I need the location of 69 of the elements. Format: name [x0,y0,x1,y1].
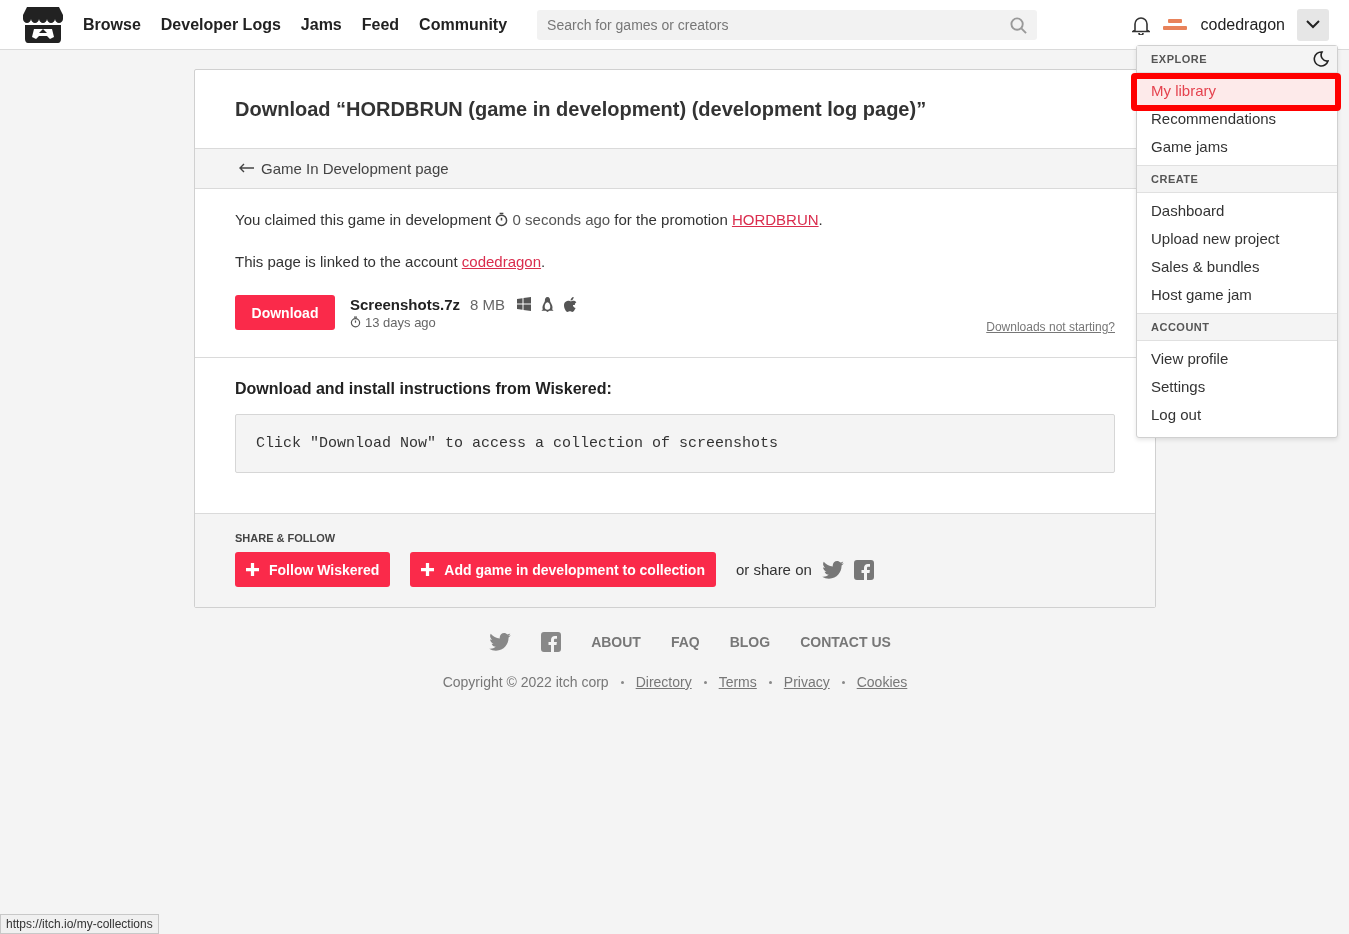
instructions-box: Click "Download Now" to access a collection of screenshots [235,414,1115,473]
twitter-icon[interactable] [821,560,844,579]
page-title: Download “HORDBRUN (game in development) (development log page)” [235,98,928,121]
bell-icon [1132,14,1151,35]
menu-heading: CREATE [1151,173,1199,185]
facebook-icon[interactable] [853,559,874,580]
moon-icon [1313,51,1329,67]
separator-dot [703,680,707,684]
legal-link[interactable]: Cookies [856,674,908,690]
promotion-link[interactable]: HORDBRUN [731,211,819,228]
account-link[interactable]: codedragon [461,253,542,270]
file-size: 8 MB [470,295,506,313]
penguin-icon [541,296,555,312]
separator-dot [768,680,772,684]
file-name: Screenshots.7z [350,295,461,313]
footer-link[interactable]: ABOUT [591,634,641,650]
separator-dot [841,680,845,684]
menu-item[interactable]: Recommendations [1137,105,1337,133]
plus-icon [246,563,259,576]
follow-button[interactable]: Follow Wiskered [235,552,391,587]
legal-link[interactable]: Directory [635,674,692,690]
search-icon [1010,16,1028,34]
menu-item[interactable]: Upload new project [1137,225,1337,253]
legal-link[interactable]: Privacy [783,674,830,690]
nav-link[interactable]: Community [419,15,508,34]
claim-text: You claimed this game in development 0 seconds ago for the promotion HORDBRUN. [235,211,824,229]
menu-item[interactable]: Dashboard [1137,197,1337,225]
upload-age: 13 days ago [365,314,436,330]
share-heading: SHARE & FOLLOW [235,532,337,544]
instructions-heading: Download and install instructions from Wiskered: [235,380,613,398]
menu-heading: EXPLORE [1151,53,1208,65]
username[interactable]: codedragon [1200,15,1285,34]
download-button[interactable]: Download [235,295,335,330]
footer-link[interactable]: BLOG [729,634,771,650]
menu-item[interactable]: Log out [1137,401,1337,429]
nav-link[interactable]: Feed [361,15,400,34]
back-link[interactable]: Game In Development page [239,159,449,177]
arrow-left-icon [239,163,255,173]
collection-button[interactable]: Add game in development to collection [410,552,716,587]
clock-icon [495,212,509,227]
chevron-icon [1306,20,1320,29]
dropdown-button[interactable] [1297,8,1329,41]
account-text: This page is linked to the account codedragon. [235,253,547,271]
menu-item[interactable]: View profile [1137,345,1337,373]
clock-icon [350,316,361,328]
footer-link[interactable]: CONTACT US [800,634,891,650]
apple-icon [564,296,578,312]
search-field[interactable]: Search for games or creators [537,9,1038,40]
copyright-text: Copyright © 2022 itch corp [442,674,609,690]
separator-dot [620,680,624,684]
nav-link[interactable]: Jams [300,15,342,34]
nav-link[interactable]: Developer Logs [160,15,281,34]
facebook-icon[interactable] [541,632,562,652]
menu-item[interactable]: Settings [1137,373,1337,401]
plus-icon [421,563,435,576]
windows-icon [517,297,532,311]
help-link[interactable]: Downloads not starting? [986,320,1115,334]
menu-item[interactable]: Host game jam [1137,281,1337,309]
logo-icon [23,6,63,43]
menu-heading: ACCOUNT [1151,321,1210,333]
menu-item[interactable]: My library [1137,77,1337,105]
menu-item[interactable]: Game jams [1137,133,1337,161]
status-url: https://itch.io/my-collections [0,914,159,934]
twitter-icon[interactable] [489,633,512,651]
share-text: or share on [735,561,812,578]
legal-link[interactable]: Terms [718,674,757,690]
footer-link[interactable]: FAQ [670,634,700,650]
nav-link[interactable]: Browse [83,15,141,34]
menu-item[interactable]: Sales & bundles [1137,253,1337,281]
